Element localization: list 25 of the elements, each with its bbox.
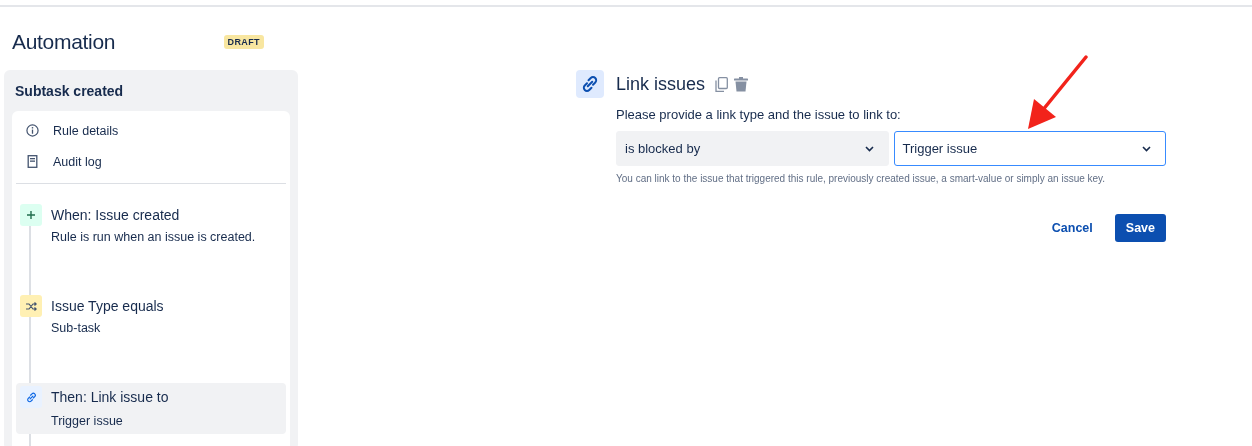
link-icon: [25, 391, 37, 403]
shuffle-icon: [25, 301, 37, 311]
save-button[interactable]: Save: [1114, 214, 1166, 242]
chevron-down-icon: [864, 145, 874, 152]
page-title: Automation: [12, 30, 116, 54]
chevron-down-icon: [1142, 145, 1151, 152]
link-type-select[interactable]: is blocked by: [616, 131, 889, 166]
rule-step[interactable]: Then: Link issue to Trigger issue: [16, 383, 286, 434]
link-icon: [576, 70, 604, 98]
sidebar-item[interactable]: Rule details: [16, 111, 286, 146]
component-title: Link issues: [616, 73, 706, 95]
issue-select[interactable]: Trigger issue: [893, 131, 1166, 166]
help-text: You can link to the issue that triggered this rule, previously created issue, a smart-value or simply an issue key.: [616, 172, 1107, 186]
status-badge: DRAFT: [223, 35, 264, 49]
rule-name: Subtask created: [14, 82, 125, 101]
rule-step[interactable]: Issue Type equals Sub-task: [16, 292, 286, 341]
info-icon: [26, 124, 39, 137]
instruction-text: Please provide a link type and the issue to link to:: [616, 107, 902, 122]
rule-step[interactable]: When: Issue created Rule is run when an issue is created.: [16, 201, 286, 250]
copy-icon[interactable]: [715, 76, 729, 92]
plus-icon: [27, 211, 35, 219]
trash-icon[interactable]: [734, 76, 749, 92]
document-icon: [26, 155, 39, 168]
sidebar-item[interactable]: Audit log: [16, 146, 286, 177]
cancel-button[interactable]: Cancel: [1041, 214, 1103, 242]
